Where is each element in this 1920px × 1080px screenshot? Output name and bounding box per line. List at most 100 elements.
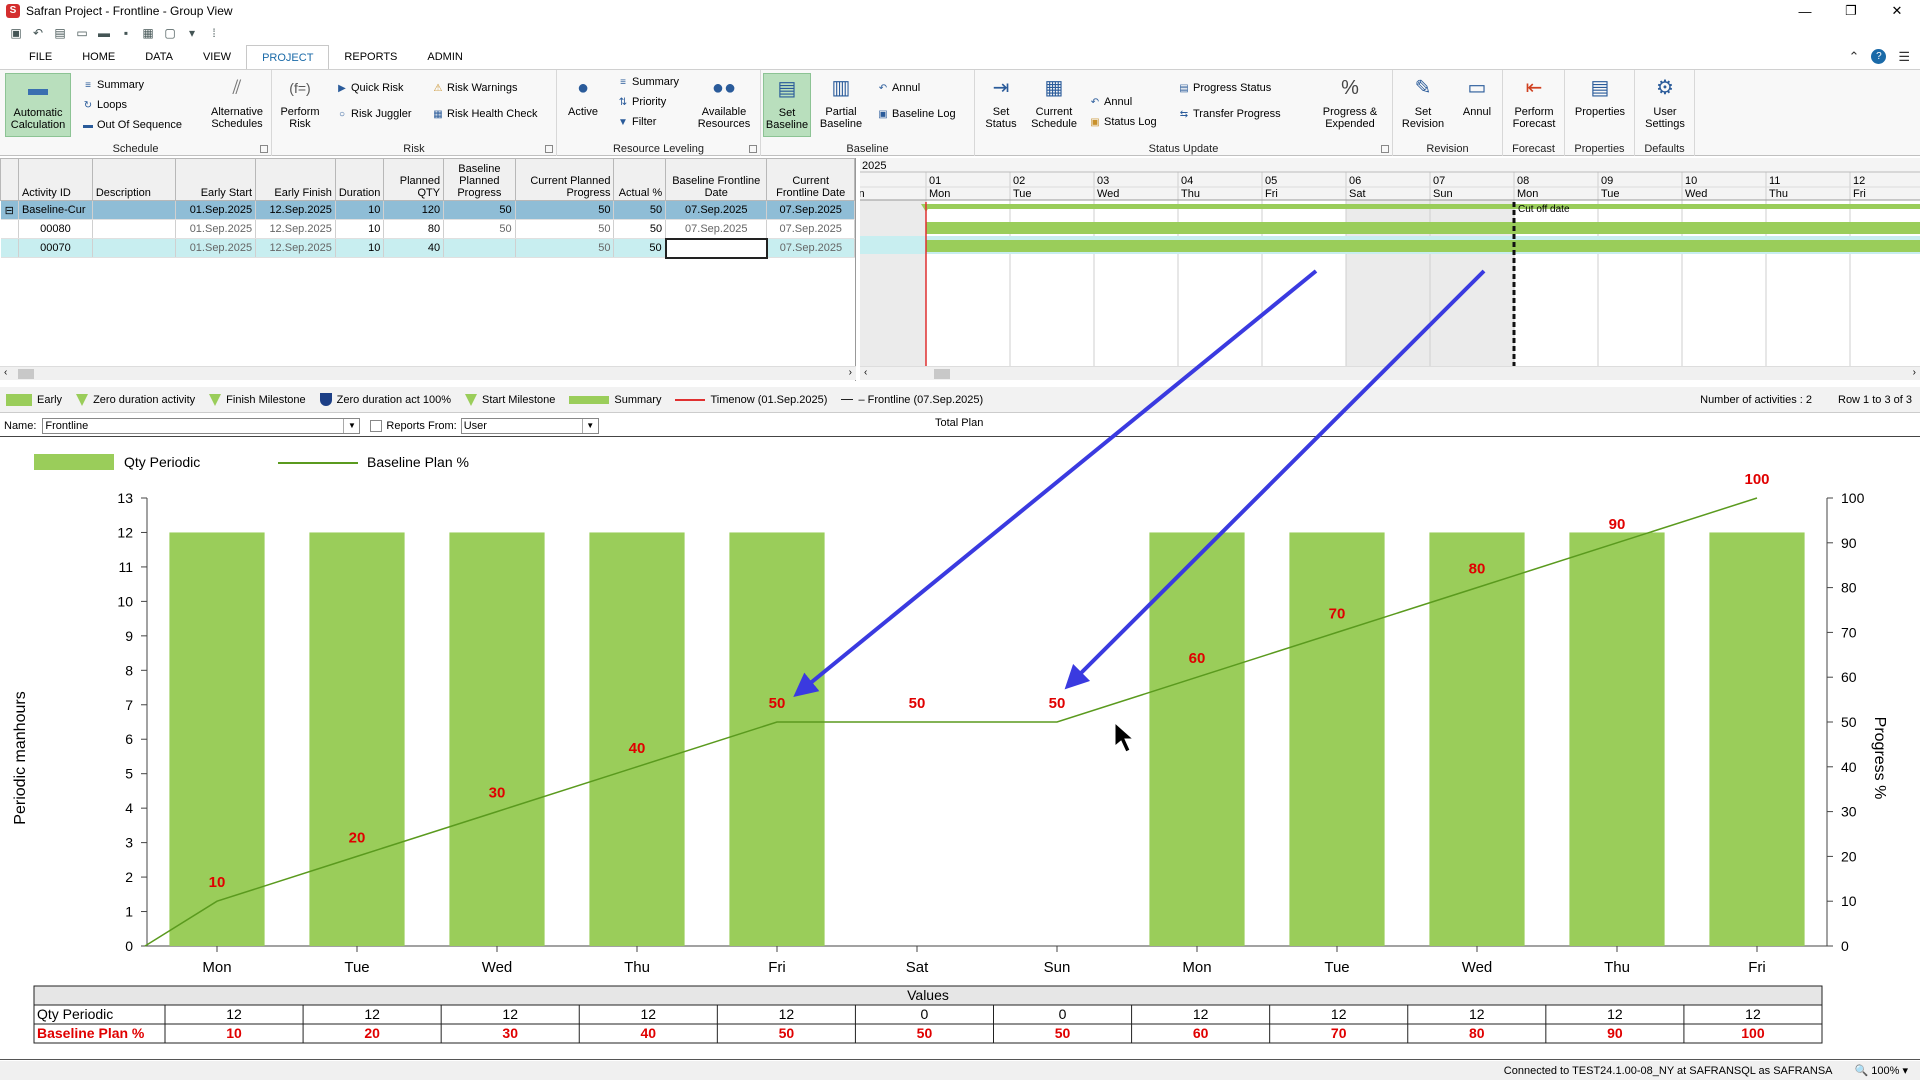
column-header[interactable]: Early Finish	[255, 158, 336, 201]
scroll-right-icon[interactable]: ›	[1913, 367, 1916, 378]
zoom-level[interactable]: 🔍 100% ▾	[1855, 1064, 1908, 1077]
reports-from-checkbox[interactable]	[370, 419, 383, 432]
scroll-left-icon[interactable]: ‹	[4, 367, 7, 378]
properties-button[interactable]: ▤ Properties	[1571, 73, 1629, 118]
table-cell[interactable]: 120	[383, 200, 445, 220]
undo-icon[interactable]: ↶	[30, 25, 46, 41]
column-header[interactable]: Current Frontline Date	[766, 158, 855, 201]
perform-risk-button[interactable]: (f=) Perform Risk	[278, 73, 322, 130]
chevron-down-icon[interactable]: ▼	[581, 418, 598, 433]
tab-reports[interactable]: REPORTS	[329, 45, 412, 69]
column-header[interactable]: Baseline Planned Progress	[443, 158, 516, 201]
close-button[interactable]: ✕	[1874, 0, 1920, 22]
table-cell[interactable]: 01.Sep.2025	[175, 219, 257, 239]
baseline-log-button[interactable]: ▣ Baseline Log	[877, 108, 955, 120]
set-revision-button[interactable]: ✎ Set Revision	[1399, 73, 1447, 130]
column-header[interactable]: Activity ID	[17, 158, 93, 201]
table-cell[interactable]: 00070	[18, 238, 93, 258]
column-header[interactable]: Description	[91, 158, 177, 201]
folder-menu-icon[interactable]: ▾	[184, 25, 200, 41]
table-cell[interactable]: 01.Sep.2025	[175, 200, 257, 220]
table-cell[interactable]: 50	[613, 200, 667, 220]
summary-button[interactable]: ≡ Summary	[82, 79, 144, 91]
help-icon[interactable]: ?	[1871, 49, 1887, 64]
column-header[interactable]: Actual %	[613, 158, 667, 201]
open-icon[interactable]: ▭	[74, 25, 90, 41]
set-status-button[interactable]: ⇥ Set Status	[979, 73, 1023, 130]
selected-cell[interactable]	[664, 237, 768, 259]
table-cell[interactable]	[92, 200, 177, 220]
revision-annul-button[interactable]: ▭ Annul	[1455, 73, 1499, 118]
risk-health-check-button[interactable]: ▦ Risk Health Check	[432, 108, 537, 120]
tab-home[interactable]: HOME	[67, 45, 130, 69]
partial-baseline-button[interactable]: ▥ Partial Baseline	[817, 73, 865, 130]
customize-icon[interactable]: ⁞	[206, 25, 222, 41]
table-cell[interactable]: 50	[515, 200, 615, 220]
loops-button[interactable]: ↻ Loops	[82, 99, 127, 111]
table-cell[interactable]: 10	[335, 200, 385, 220]
risk-juggler-button[interactable]: ○ Risk Juggler	[336, 108, 412, 120]
set-baseline-button[interactable]: ▤ Set Baseline	[763, 73, 811, 137]
progress-status-button[interactable]: ▤ Progress Status	[1178, 82, 1271, 94]
table-cell[interactable]: 01.Sep.2025	[175, 238, 257, 258]
column-header[interactable]: Baseline Frontline Date	[665, 158, 768, 201]
gantt-canvas[interactable]: 202531Sun01Mon02Tue03Wed04Thu05Fri06Sat0…	[841, 158, 1920, 366]
tab-file[interactable]: FILE	[14, 45, 67, 69]
tab-view[interactable]: VIEW	[188, 45, 246, 69]
minimize-button[interactable]: —	[1782, 0, 1828, 22]
chevron-down-icon[interactable]: ▼	[343, 418, 359, 433]
open-folder-icon[interactable]: ▬	[96, 25, 112, 41]
table-row[interactable]: 00070 01.Sep.2025 12.Sep.2025 10 40 50 5…	[0, 237, 855, 259]
reports-from-dropdown[interactable]: User ▼	[460, 417, 599, 434]
maximize-button[interactable]: ❐	[1828, 0, 1874, 22]
schedule-launcher[interactable]	[260, 145, 268, 153]
scroll-thumb[interactable]	[934, 369, 950, 379]
collapse-icon[interactable]: ⊟	[0, 200, 19, 220]
collapse-ribbon-icon[interactable]: ⌃	[1848, 49, 1859, 65]
column-header[interactable]: Current Planned Progress	[514, 158, 615, 201]
perform-forecast-button[interactable]: ⇤ Perform Forecast	[1507, 73, 1561, 130]
out-of-sequence-button[interactable]: ▬ Out Of Sequence	[82, 119, 182, 131]
table-cell[interactable]: 07.Sep.2025	[766, 200, 855, 220]
risk-launcher[interactable]	[545, 145, 553, 153]
scroll-right-icon[interactable]: ›	[849, 367, 852, 378]
user-settings-button[interactable]: ⚙ User Settings	[1641, 73, 1689, 130]
table-cell[interactable]: 12.Sep.2025	[255, 200, 336, 220]
scroll-thumb[interactable]	[18, 369, 34, 379]
table-cell[interactable]: 00080	[18, 219, 93, 239]
table-cell[interactable]: 50	[613, 238, 667, 258]
menu-icon[interactable]: ☰	[1898, 49, 1910, 65]
tab-admin[interactable]: ADMIN	[412, 45, 477, 69]
scroll-left-icon[interactable]: ‹	[864, 367, 867, 378]
status-annul-button[interactable]: ↶ Annul	[1089, 96, 1132, 108]
table-cell[interactable]	[92, 219, 177, 239]
risk-warnings-button[interactable]: ⚠ Risk Warnings	[432, 82, 518, 94]
progress-expended-button[interactable]: % Progress & Expended	[1315, 73, 1385, 130]
preview-icon[interactable]: ▢	[162, 25, 178, 41]
tab-data[interactable]: DATA	[130, 45, 188, 69]
table-cell[interactable]: 10	[335, 238, 385, 258]
table-cell[interactable]: 07.Sep.2025	[665, 200, 768, 220]
table-cell[interactable]: 80	[383, 219, 445, 239]
rl-summary-button[interactable]: ≡ Summary	[617, 76, 679, 88]
filter-button[interactable]: ▼ Filter	[617, 116, 656, 128]
table-row[interactable]: 00080 01.Sep.2025 12.Sep.2025 10 80 50 5…	[0, 219, 855, 239]
column-header[interactable]: Planned QTY	[383, 158, 445, 201]
save-icon[interactable]: ▣	[8, 25, 24, 41]
table-cell[interactable]: 50	[443, 200, 516, 220]
quick-risk-button[interactable]: ▶ Quick Risk	[336, 82, 403, 94]
table-cell[interactable]: 10	[335, 219, 385, 239]
name-dropdown[interactable]: Frontline ▼	[42, 417, 361, 434]
table-cell[interactable]: 07.Sep.2025	[665, 219, 768, 239]
transfer-progress-button[interactable]: ⇆ Transfer Progress	[1178, 108, 1281, 120]
alternative-schedules-button[interactable]: ⫽ Alternative Schedules	[206, 73, 268, 130]
grid-horizontal-scrollbar[interactable]: ‹ ›	[0, 366, 856, 380]
current-schedule-button[interactable]: ▦ Current Schedule	[1027, 73, 1081, 130]
table-row[interactable]: ⊟ Baseline-Cur 01.Sep.2025 12.Sep.2025 1…	[0, 200, 855, 220]
table-cell[interactable]: 07.Sep.2025	[766, 219, 855, 239]
print-icon[interactable]: ▦	[140, 25, 156, 41]
column-header[interactable]: Early Start	[175, 158, 257, 201]
table-cell[interactable]: 12.Sep.2025	[255, 219, 336, 239]
resource-leveling-launcher[interactable]	[749, 145, 757, 153]
gantt-horizontal-scrollbar[interactable]: ‹ ›	[860, 366, 1920, 380]
